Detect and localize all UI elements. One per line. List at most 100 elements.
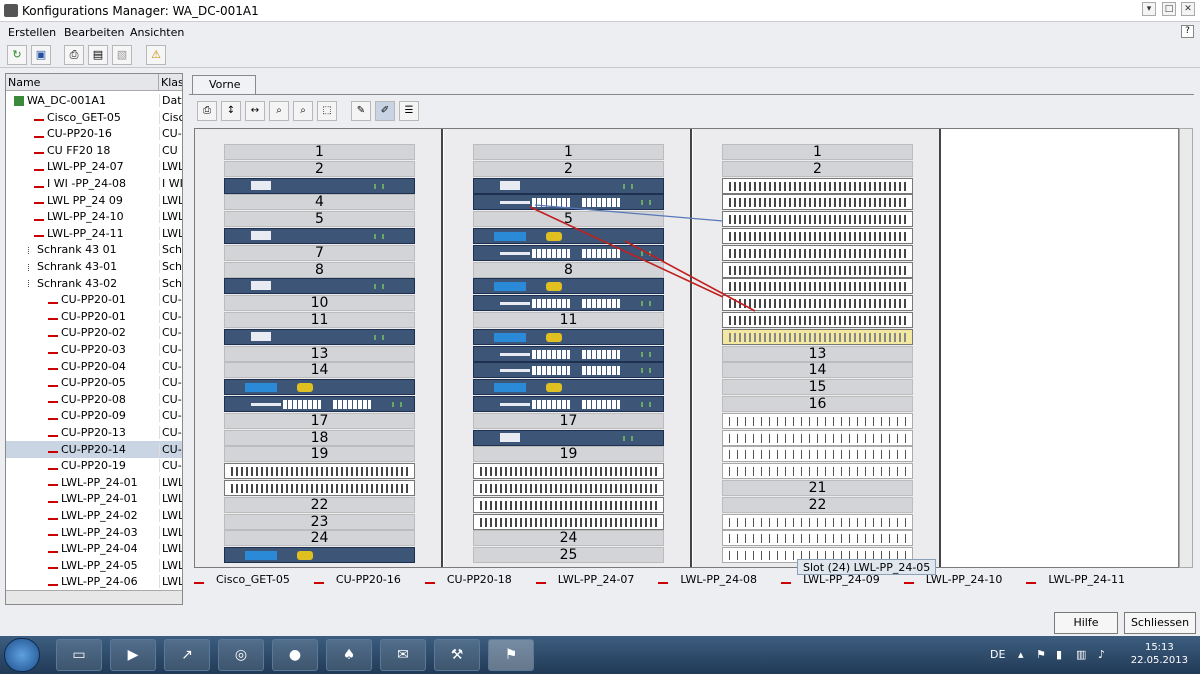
status-device[interactable]: LWL-PP_24-10 [903,573,1015,586]
rack-vertical-scrollbar[interactable] [1179,128,1193,568]
tree-row[interactable]: CU-PP20-02 CU- [6,324,182,341]
zoom-select-icon[interactable]: ⬚ [317,101,337,121]
rack-canvas[interactable]: 1 2 4 5 7 8 10 11 13 14 17 18 19 22 23 24 1 2 5 8 11 17 19 24 2… [194,128,1179,568]
status-device-item[interactable]: Cisco_GET-05 [216,573,290,586]
tree-row-label: LWL-PP_24-04 [61,542,138,556]
edit-active-icon[interactable]: ✐ [375,101,395,121]
tab-vorne[interactable]: Vorne [192,75,256,94]
tree-row[interactable]: CU-PP20-01 CU- [6,291,182,308]
tree-row[interactable]: Schrank 43-01 Schr [6,258,182,275]
status-device-item[interactable]: LWL-PP_24-07 [558,573,635,586]
column-header-name[interactable]: Name [6,74,159,91]
status-device-item[interactable]: LWL-PP_24-10 [926,573,1003,586]
patchpanel-icon [34,214,44,221]
export-icon[interactable]: ▧ [112,45,132,65]
start-button[interactable] [4,638,40,672]
tree-row[interactable]: CU-PP20-08 CU- [6,391,182,408]
tree-row[interactable]: LWL-PP_24-03 LWL [6,524,182,541]
tree-row[interactable]: LWL PP_24 09 LWL [6,192,182,209]
hilfe-button[interactable]: Hilfe [1054,612,1118,634]
tree-row[interactable]: CU-PP20-19 CU- [6,457,182,474]
zoom-in-icon[interactable]: ⌕ [269,101,289,121]
chrome-icon[interactable]: ● [272,639,318,671]
refresh-icon[interactable]: ↻ [7,45,27,65]
battery-icon[interactable]: ▮ [1056,648,1062,661]
tree-row[interactable]: LWL-PP_24-04 LWL [6,540,182,557]
signal-icon[interactable]: ▥ [1076,648,1086,661]
tree-row[interactable]: LWL-PP_24-06 LWL [6,573,182,590]
tree-row[interactable]: I WI -PP_24-08 I WI [6,175,182,192]
tag-icon[interactable]: ✎ [351,101,371,121]
volume-icon[interactable]: ♪ [1098,648,1105,661]
fit-height-icon[interactable]: ↕ [221,101,241,121]
tree-row[interactable]: LWL-PP_24-10 LWL [6,208,182,225]
app-tool-icon[interactable]: ⚒ [434,639,480,671]
close-icon[interactable]: ✕ [1181,2,1195,16]
status-device-item[interactable]: LWL-PP_24-11 [1048,573,1125,586]
patchpanel-icon [424,577,435,584]
tree-row-label: LWL-PP_24-11 [47,226,124,240]
tree-row[interactable]: LWL-PP_24-11 LWL [6,225,182,242]
explorer-icon[interactable]: ▭ [56,639,102,671]
status-device[interactable]: LWL-PP_24-09 [781,573,892,586]
status-device[interactable]: CU-PP20-18 [424,573,524,586]
tree-row[interactable]: CU-PP20-14 CU- [6,440,182,458]
save-icon[interactable]: ▣ [31,45,51,65]
menu-ansichten[interactable]: Ansichten [130,26,184,39]
tree-row[interactable]: CU-PP20-03 CU- [6,341,182,358]
tree-row[interactable]: LWL-PP_24-05 LWL [6,557,182,574]
tree-row[interactable]: CU-PP20-01 CU- [6,308,182,325]
status-device[interactable]: LWL-PP_24-08 [658,573,769,586]
tree-row[interactable]: LWL-PP_24-02 LWL [6,507,182,524]
language-indicator[interactable]: DE [990,648,1005,661]
tree-row-name: LWL-PP_24-10 [34,210,124,223]
media-player-icon[interactable]: ▶ [110,639,156,671]
status-device-item[interactable]: LWL-PP_24-08 [680,573,757,586]
maximize-icon[interactable]: □ [1162,2,1176,16]
help-icon[interactable]: ? [1181,25,1194,38]
zoom-out-icon[interactable]: ⌕ [293,101,313,121]
tree-row[interactable]: Schrank 43-02 Schr [6,275,182,292]
menu-bearbeiten[interactable]: Bearbeiten [64,26,124,39]
tree-row[interactable]: Cisco_GET-05 Cisco [6,109,182,126]
menu-erstellen[interactable]: Erstellen [8,26,56,39]
activity-icon[interactable]: ↗ [164,639,210,671]
minimize-icon[interactable]: ▾ [1142,2,1156,16]
tree-row[interactable]: CU-PP20-04 CU- [6,358,182,375]
tree-row[interactable]: Schrank 43 01 Schr [6,241,182,258]
tree-row[interactable]: LWL-PP_24-01 LWL [6,474,182,491]
tree-row[interactable]: CU-PP20-09 CU- [6,407,182,424]
network-icon[interactable]: ◎ [218,639,264,671]
tree-row-label: Cisco_GET-05 [47,110,121,124]
tree-row[interactable]: CU-PP20-16 CU- [6,125,182,142]
tree-row[interactable]: LWL-PP_24-01 LWL [6,490,182,507]
list-icon[interactable]: ☰ [399,101,419,121]
tree-row[interactable]: CU-PP20-05 CU- [6,374,182,391]
balloon-icon[interactable]: ♠ [326,639,372,671]
fit-width-icon[interactable]: ↔ [245,101,265,121]
tree-horizontal-scrollbar[interactable] [6,590,182,604]
flag-icon[interactable]: ⚑ [1036,648,1046,661]
outlook-icon[interactable]: ✉ [380,639,426,671]
tree-row[interactable]: WA_DC-001A1 Dato [6,92,182,109]
status-device-item[interactable]: LWL-PP_24-09 [803,573,880,586]
status-device[interactable]: Cisco_GET-05 [194,573,302,586]
status-device[interactable]: LWL-PP_24-11 [1026,573,1137,586]
tree-row[interactable]: CU FF20 18 CU [6,142,182,159]
tree-row[interactable]: LWL-PP_24-07 LWL [6,158,182,175]
tray-up-icon[interactable]: ▴ [1018,648,1024,661]
column-header-class[interactable]: Klas [159,74,182,91]
status-device[interactable]: LWL-PP_24-07 [535,573,647,586]
schliessen-button[interactable]: Schliessen [1124,612,1196,634]
status-device[interactable]: CU-PP20-16 [313,573,413,586]
status-device-item[interactable]: CU-PP20-16 [336,573,401,586]
main-toolbar: ↻ ▣ ⎙ ▤ ▧ ⚠ [0,42,1200,68]
print-view-icon[interactable]: ⎙ [197,101,217,121]
print-icon[interactable]: ⎙ [64,45,84,65]
config-manager-icon[interactable]: ⚑ [488,639,534,671]
preview-icon[interactable]: ▤ [88,45,108,65]
warning-icon[interactable]: ⚠ [146,45,166,65]
system-clock[interactable]: 15:13 22.05.2013 [1131,641,1188,667]
tree-row[interactable]: CU-PP20-13 CU- [6,424,182,441]
status-device-item[interactable]: CU-PP20-18 [447,573,512,586]
